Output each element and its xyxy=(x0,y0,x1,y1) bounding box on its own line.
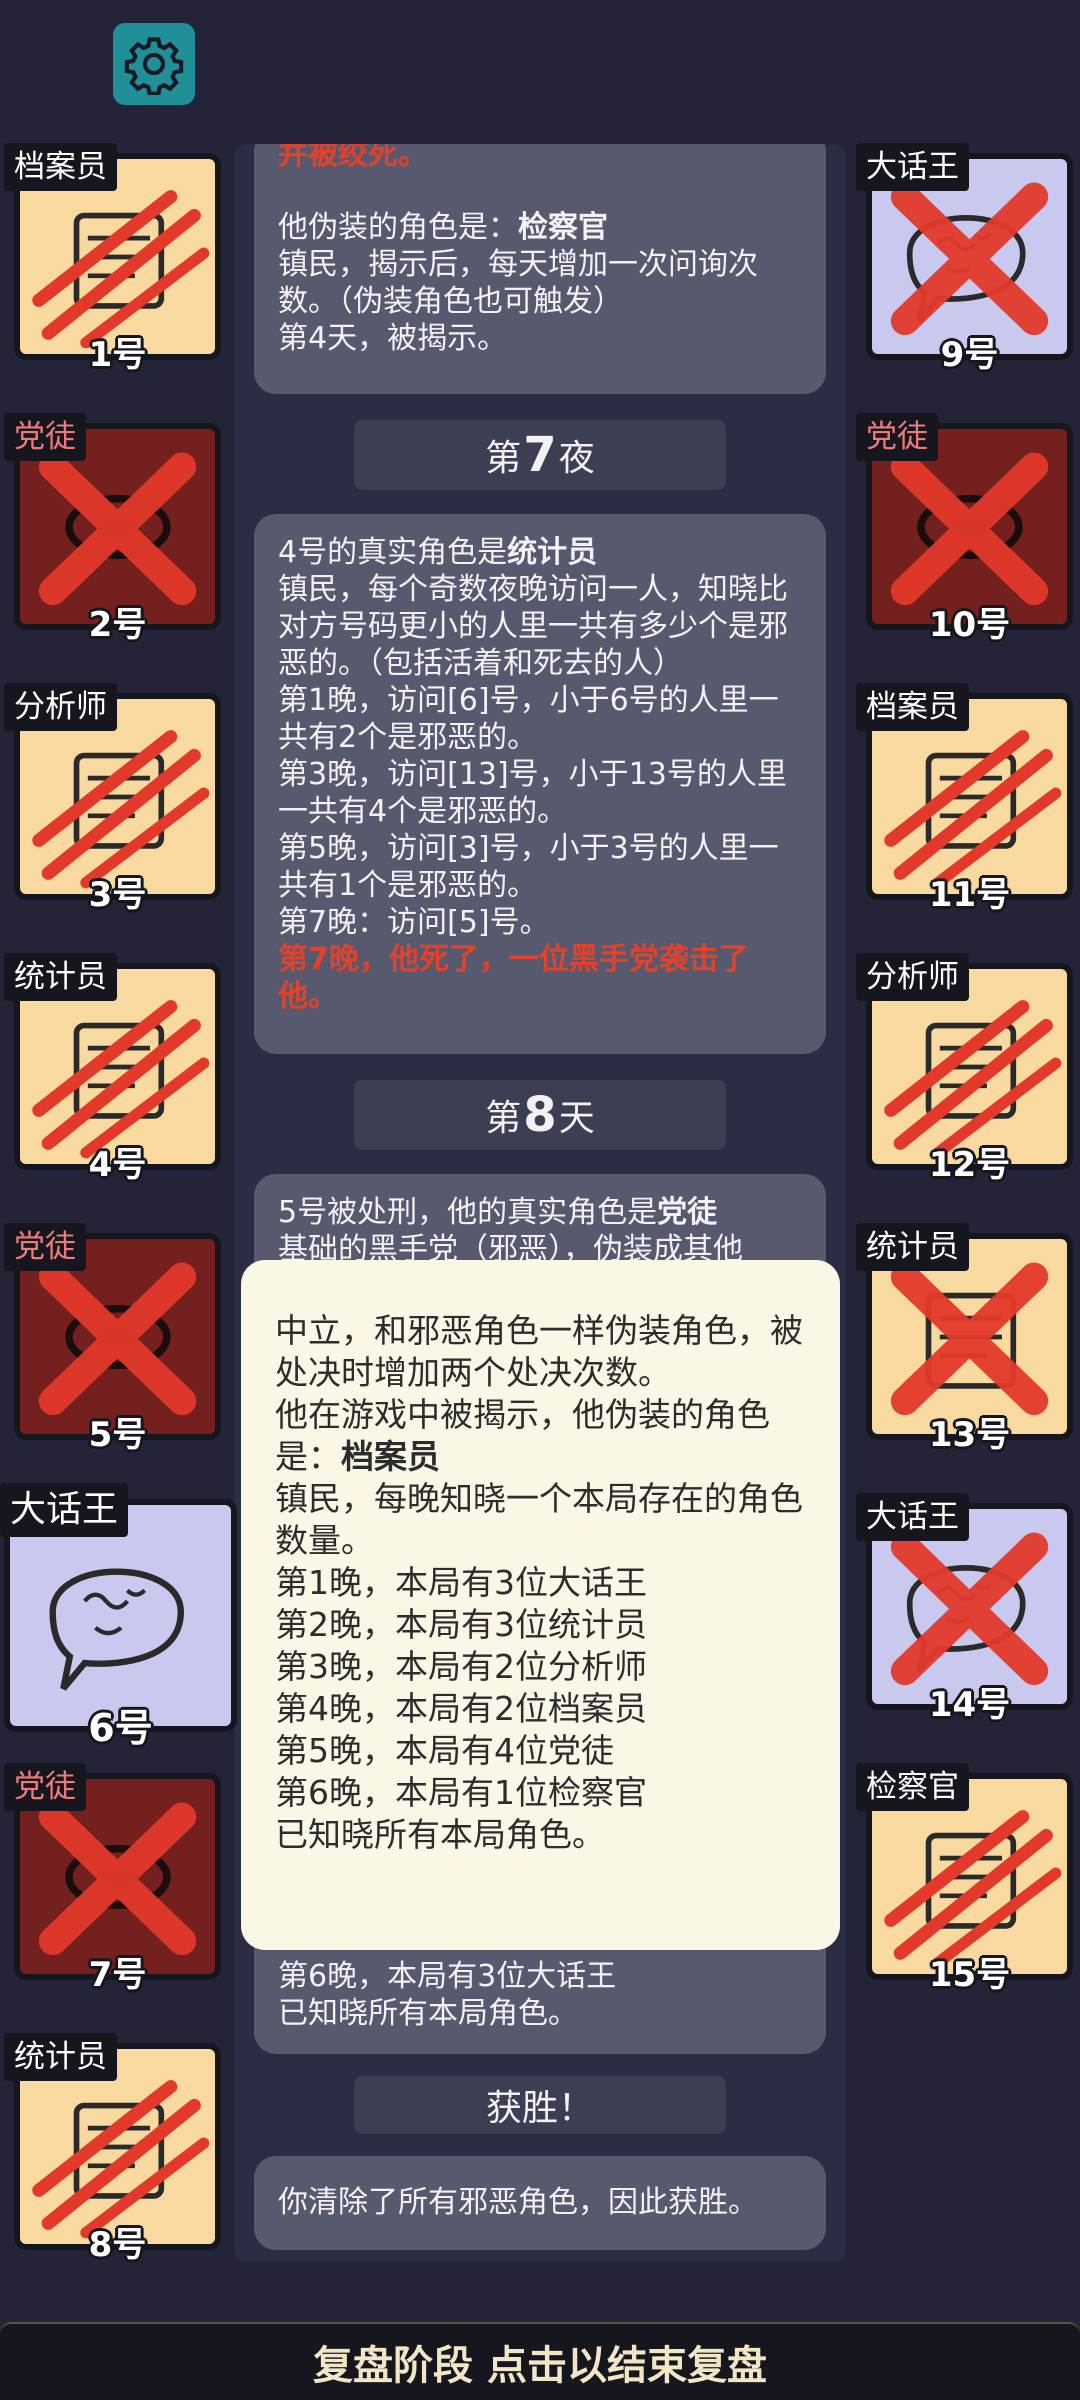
role-description: 镇民，每个奇数夜晚访问一人，知晓比对方号码更小的人里一共有多少个是邪恶的。（包括… xyxy=(278,572,788,681)
true-role: 党徒 xyxy=(657,1195,718,1230)
death-text: 并被绞死。 xyxy=(278,144,428,172)
seat-number: 10号 xyxy=(928,605,1011,645)
player-seat-14号[interactable]: 大话王 14号 xyxy=(856,1493,1073,1753)
popup-night-entry: 第2晚，本局有3位统计员 xyxy=(275,1605,647,1644)
role-description: 镇民，揭示后，每天增加一次问询次数。（伪装角色也可触发） xyxy=(278,247,758,319)
player-seat-5号[interactable]: 党徒 5号 xyxy=(4,1223,221,1483)
end-review-button[interactable]: 复盘阶段 点击以结束复盘 xyxy=(0,2322,1080,2400)
role-label: 分析师 xyxy=(4,683,117,731)
player-seat-1号[interactable]: 档案员 1号 xyxy=(4,143,221,403)
death-text: 第7晚，他死了，一位黑手党袭击了他。 xyxy=(278,942,749,1014)
seat-number: 5号 xyxy=(88,1415,147,1455)
role-label: 统计员 xyxy=(4,953,117,1001)
player-seat-12号[interactable]: 分析师 12号 xyxy=(856,953,1073,1213)
night-entry: 第3晚，访问[13]号，小于13号的人里一共有4个是邪恶的。 xyxy=(278,757,787,829)
seat-number: 11号 xyxy=(928,875,1011,915)
role-label: 档案员 xyxy=(4,143,117,191)
popup-night-entry: 第5晚，本局有4位党徒 xyxy=(275,1731,614,1770)
seat-number: 12号 xyxy=(928,1145,1011,1185)
seat-number: 7号 xyxy=(88,1955,147,1995)
popup-night-entry: 第1晚，本局有3位大话王 xyxy=(275,1563,647,1602)
popup-disguise-role: 档案员 xyxy=(341,1437,440,1476)
seat-number: 9号 xyxy=(940,335,999,375)
player-seat-3号[interactable]: 分析师 3号 xyxy=(4,683,221,943)
popup-role-description: 镇民，每晚知晓一个本局存在的角色数量。 xyxy=(275,1479,803,1560)
victory-text: 你清除了所有邪恶角色，因此获胜。 xyxy=(278,2185,758,2220)
player-seat-4号[interactable]: 统计员 4号 xyxy=(4,953,221,1213)
disguise-role: 检察官 xyxy=(518,210,608,245)
seat-number: 13号 xyxy=(928,1415,1011,1455)
role-label: 档案员 xyxy=(856,683,969,731)
seat-number: 8号 xyxy=(88,2225,147,2265)
seat-number: 3号 xyxy=(88,875,147,915)
role-label: 党徒 xyxy=(856,413,938,461)
role-label: 大话王 xyxy=(0,1483,129,1537)
log-card-revealed: 并被绞死。 他伪装的角色是：检察官 镇民，揭示后，每天增加一次问询次数。（伪装角… xyxy=(254,144,826,394)
log-card-victory: 你清除了所有邪恶角色，因此获胜。 xyxy=(254,2156,826,2250)
role-label: 分析师 xyxy=(856,953,969,1001)
role-label: 检察官 xyxy=(856,1763,969,1811)
night-entry: 第1晚，访问[6]号，小于6号的人里一共有2个是邪恶的。 xyxy=(278,683,779,755)
disguise-label: 他伪装的角色是： xyxy=(278,210,518,245)
role-label: 统计员 xyxy=(856,1223,969,1271)
true-role: 统计员 xyxy=(507,535,598,570)
role-label: 大话王 xyxy=(856,1493,969,1541)
popup-night-entry: 第3晚，本局有2位分析师 xyxy=(275,1647,647,1686)
log-card-night-7: 4号的真实角色是统计员 镇民，每个奇数夜晚访问一人，知晓比对方号码更小的人里一共… xyxy=(254,514,826,1054)
player-seat-10号[interactable]: 党徒 10号 xyxy=(856,413,1073,673)
night-entry: 第7晚：访问[5]号。 xyxy=(278,905,550,940)
seat-number: 2号 xyxy=(88,605,147,645)
player-seat-11号[interactable]: 档案员 11号 xyxy=(856,683,1073,943)
night-entry: 第6晚，本局有3位大话王 xyxy=(278,1959,617,1994)
player-seat-9号[interactable]: 大话王 9号 xyxy=(856,143,1073,403)
role-label: 党徒 xyxy=(4,413,86,461)
phase-header-victory: 获胜！ xyxy=(354,2076,726,2134)
role-label: 统计员 xyxy=(4,2033,117,2081)
popup-night-entry: 第4晚，本局有2位档案员 xyxy=(275,1689,647,1728)
reveal-day: 第4天，被揭示。 xyxy=(278,321,508,356)
player-seat-7号[interactable]: 党徒 7号 xyxy=(4,1763,221,2023)
seat-number: 4号 xyxy=(88,1145,147,1185)
popup-alignment: 中立，和邪恶角色一样伪装角色，被处决时增加两个处决次数。 xyxy=(275,1311,803,1392)
player-seat-13号[interactable]: 统计员 13号 xyxy=(856,1223,1073,1483)
night-entry: 已知晓所有本局角色。 xyxy=(278,1996,578,2031)
role-label: 大话王 xyxy=(856,143,969,191)
night-entry: 第5晚，访问[3]号，小于3号的人里一共有1个是邪恶的。 xyxy=(278,831,779,903)
player-seat-8号[interactable]: 统计员 8号 xyxy=(4,2033,221,2293)
seat-number: 15号 xyxy=(928,1955,1011,1995)
seat-number: 1号 xyxy=(88,335,147,375)
role-label: 党徒 xyxy=(4,1223,86,1271)
popup-night-entry: 已知晓所有本局角色。 xyxy=(275,1815,605,1854)
seat-number: 6号 xyxy=(88,1706,153,1750)
player-seat-6号[interactable]: 大话王 6号 xyxy=(0,1483,237,1750)
popup-night-entry: 第6晚，本局有1位检察官 xyxy=(275,1773,647,1812)
player-seat-15号[interactable]: 检察官 15号 xyxy=(856,1763,1073,2023)
seat-number: 14号 xyxy=(928,1685,1011,1725)
player-seat-2号[interactable]: 党徒 2号 xyxy=(4,413,221,673)
role-label: 党徒 xyxy=(4,1763,86,1811)
settings-button[interactable] xyxy=(113,23,195,105)
gear-icon xyxy=(124,37,184,95)
phase-header-day-8: 第8天 xyxy=(354,1080,726,1150)
phase-header-night-7: 第7夜 xyxy=(354,420,726,490)
role-detail-popup[interactable]: 中立，和邪恶角色一样伪装角色，被处决时增加两个处决次数。 他在游戏中被揭示，他伪… xyxy=(241,1260,840,1950)
